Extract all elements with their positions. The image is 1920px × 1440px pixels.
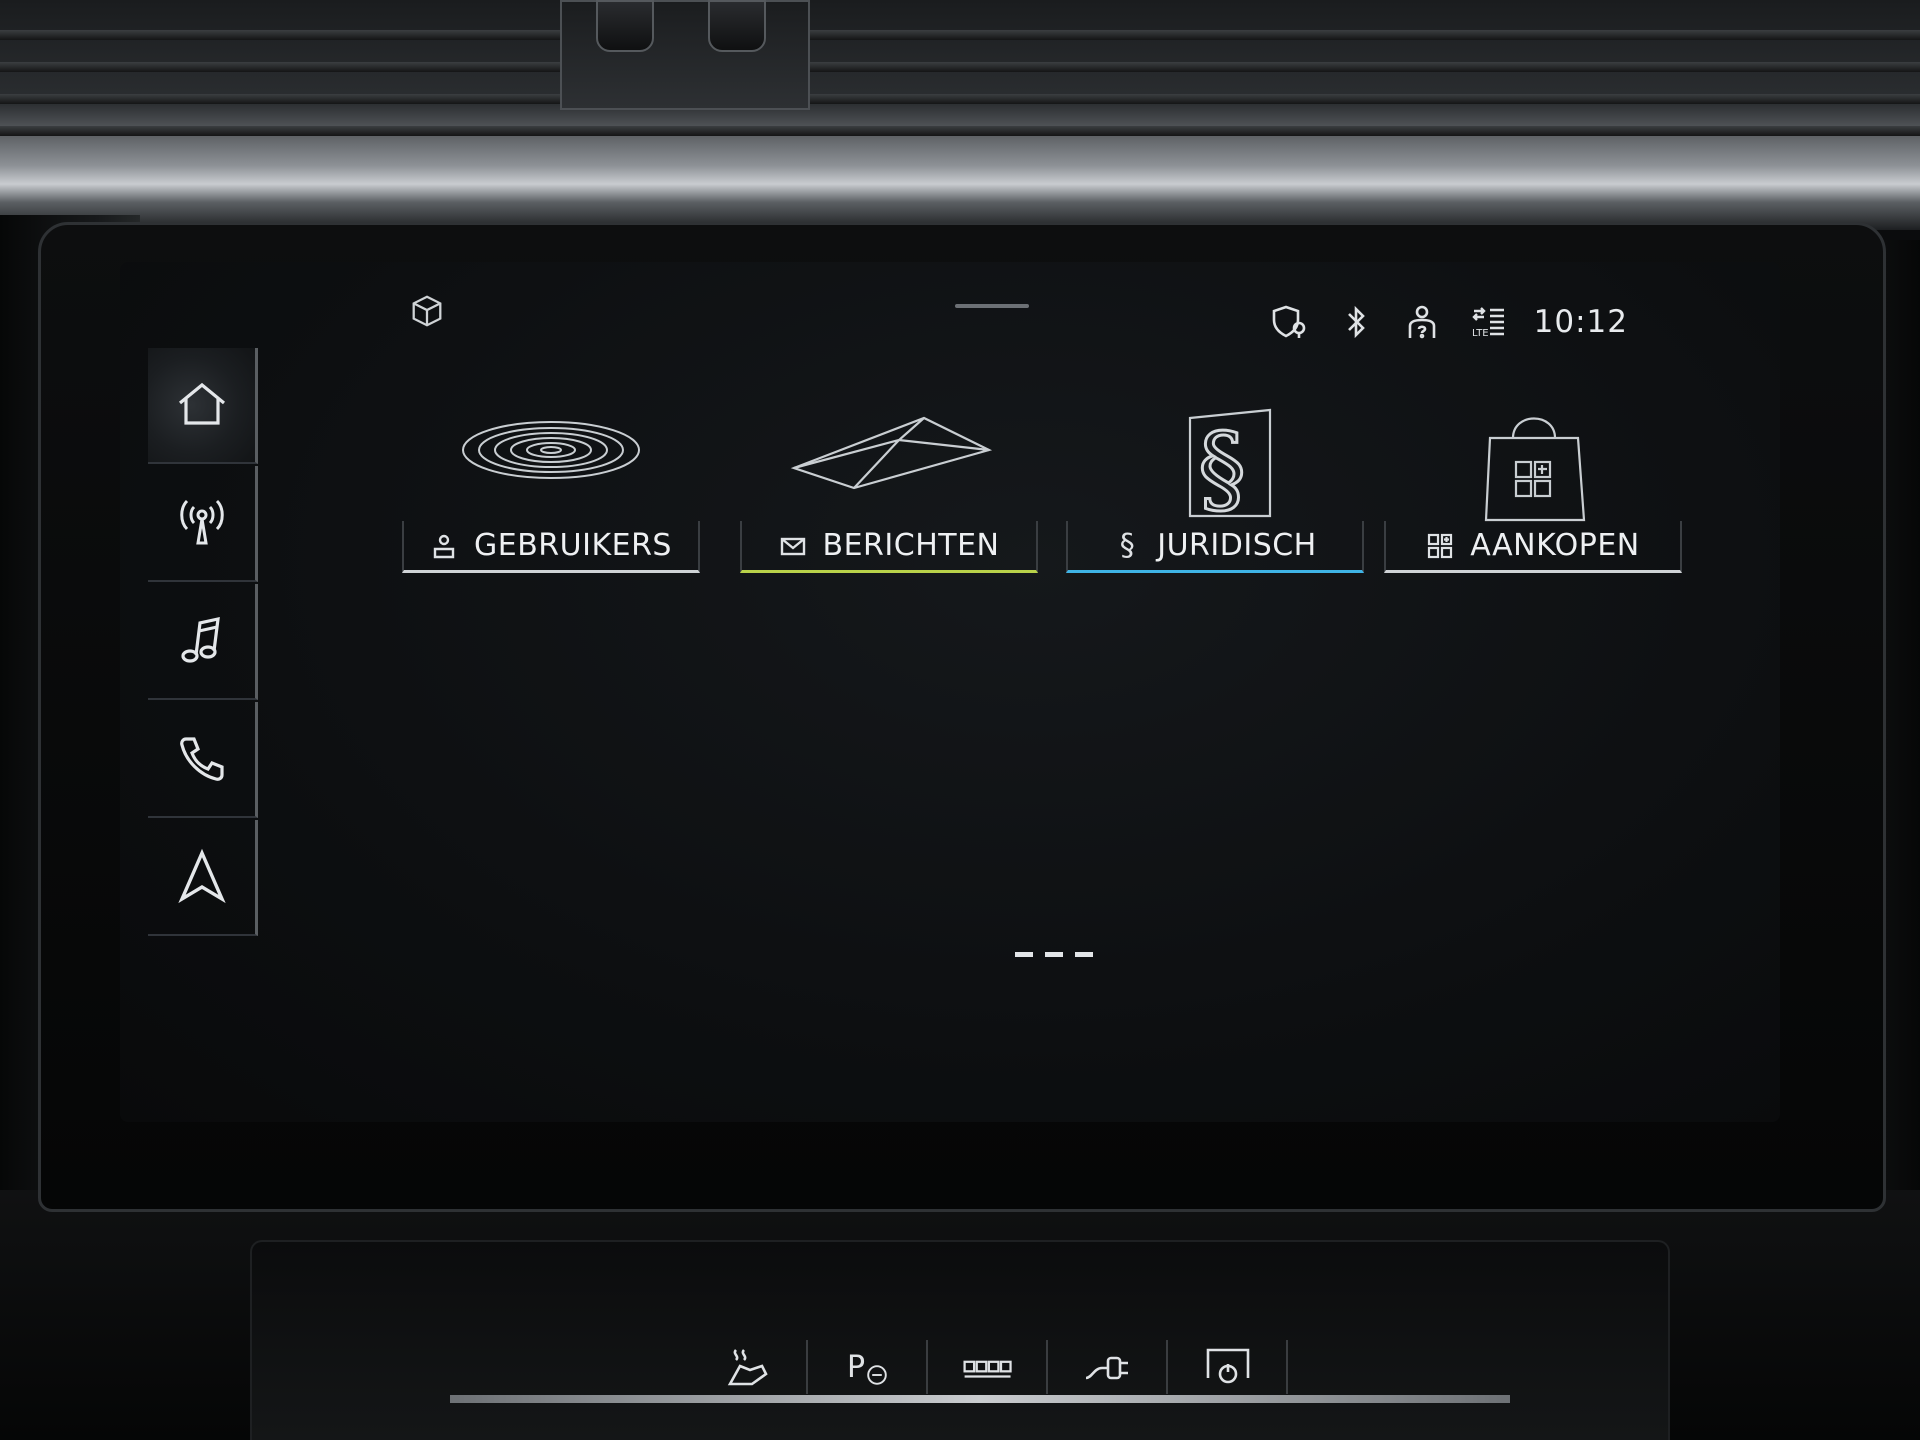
vent-knob-left[interactable] xyxy=(596,0,654,52)
paragraph-icon: § xyxy=(1119,527,1135,563)
sidebar-item-navigation[interactable] xyxy=(148,820,258,936)
user-icon xyxy=(430,532,458,560)
sidebar-item-radio[interactable] xyxy=(148,466,258,582)
pull-down-handle[interactable] xyxy=(955,304,1029,308)
svg-text:§: § xyxy=(1198,413,1246,523)
status-bar: LTE 10:12 xyxy=(1270,300,1628,344)
drive-mode-icon xyxy=(963,1360,1012,1378)
page-dot[interactable] xyxy=(1015,952,1033,957)
drive-select-button[interactable] xyxy=(930,1340,1048,1394)
location-shield-icon[interactable] xyxy=(1270,302,1310,342)
seat-heating-icon xyxy=(727,1349,768,1386)
phone-icon xyxy=(179,737,224,781)
envelope-icon xyxy=(779,532,807,560)
page-indicator[interactable] xyxy=(1015,952,1093,957)
tile-messages-label-row: BERICHTEN xyxy=(740,521,1038,573)
tile-users-label-row: GEBRUIKERS xyxy=(402,521,700,573)
tile-users[interactable]: GEBRUIKERS xyxy=(402,410,700,573)
vehicle-cube-icon[interactable] xyxy=(408,292,446,330)
legal-paragraph-art: § xyxy=(1066,408,1364,523)
users-fingerprint-art xyxy=(402,410,700,520)
sidebar-item-media[interactable] xyxy=(148,584,258,700)
page-dot[interactable] xyxy=(1075,952,1093,957)
page-dot[interactable] xyxy=(1045,952,1063,957)
tile-legal[interactable]: § § JURIDISCH xyxy=(1066,408,1364,573)
air-vent xyxy=(0,0,1920,150)
bluetooth-icon[interactable] xyxy=(1336,302,1376,342)
charging-button[interactable] xyxy=(1050,1340,1168,1394)
svg-text:LTE: LTE xyxy=(1472,328,1489,339)
home-icon xyxy=(178,382,225,425)
tile-purchases-label-row: AANKOPEN xyxy=(1384,521,1682,573)
music-note-icon xyxy=(180,616,220,663)
store-grid-icon xyxy=(1426,532,1454,560)
tile-purchases-label: AANKOPEN xyxy=(1470,528,1640,563)
control-panel-light-bar xyxy=(450,1395,1510,1403)
tile-legal-label-row: § JURIDISCH xyxy=(1066,521,1364,573)
seat-heating-button[interactable] xyxy=(690,1340,808,1394)
tile-messages-label: BERICHTEN xyxy=(822,528,1000,563)
messages-envelope-art xyxy=(740,410,1038,520)
radio-antenna-icon xyxy=(179,499,224,545)
screen-power-icon xyxy=(1206,1348,1250,1384)
parking-label: P xyxy=(846,1349,866,1385)
clock-time: 10:12 xyxy=(1533,304,1628,340)
tile-legal-label: JURIDISCH xyxy=(1157,528,1317,563)
tile-users-label: GEBRUIKERS xyxy=(474,528,672,563)
user-help-icon[interactable] xyxy=(1402,302,1442,342)
vent-knob-right[interactable] xyxy=(708,0,766,52)
sidebar xyxy=(148,348,258,948)
tile-messages[interactable]: BERICHTEN xyxy=(740,410,1038,573)
parking-assist-icon xyxy=(867,1365,887,1385)
sidebar-item-phone[interactable] xyxy=(148,702,258,818)
sidebar-item-home[interactable] xyxy=(148,348,258,464)
tile-purchases[interactable]: AANKOPEN xyxy=(1384,410,1682,573)
charging-plug-icon xyxy=(1085,1356,1128,1380)
lte-signal-icon[interactable]: LTE xyxy=(1468,302,1508,342)
parking-button[interactable]: P xyxy=(810,1340,928,1394)
screen-off-button[interactable] xyxy=(1170,1340,1288,1394)
navigation-arrow-icon xyxy=(177,848,226,904)
purchases-bag-art xyxy=(1384,410,1682,521)
infotainment-screen: LTE 10:12 GEBRUIKERS BERICHTEN § § JURID… xyxy=(120,262,1780,1122)
